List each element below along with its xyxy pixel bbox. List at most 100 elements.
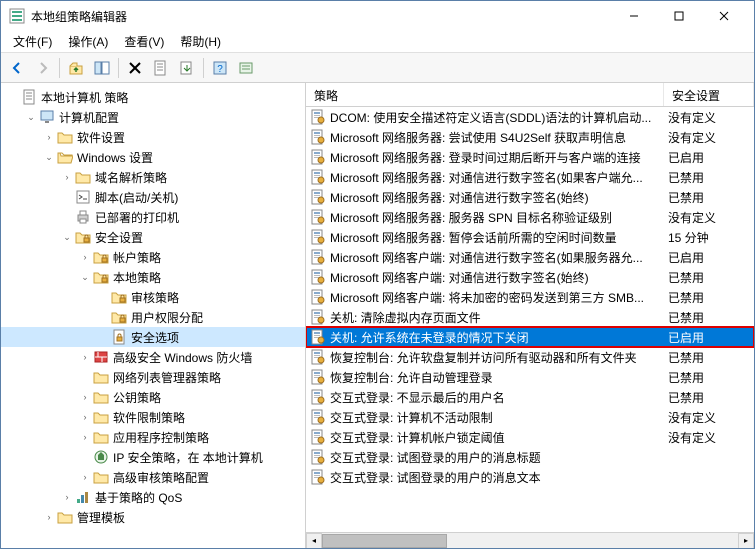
list-body[interactable]: DCOM: 使用安全描述符定义语言(SDDL)语法的计算机启动...没有定义Mi…	[306, 107, 754, 532]
policy-value: 已禁用	[664, 309, 754, 326]
policy-row[interactable]: Microsoft 网络服务器: 对通信进行数字签名(如果客户端允...已禁用	[306, 167, 754, 187]
scroll-thumb[interactable]	[322, 534, 447, 548]
help-button[interactable]: ?	[208, 56, 232, 80]
policy-row[interactable]: 恢复控制台: 允许软盘复制并访问所有驱动器和所有文件夹已禁用	[306, 347, 754, 367]
scroll-right-button[interactable]: ▸	[738, 533, 754, 549]
menu-view[interactable]: 查看(V)	[116, 31, 172, 52]
tree-node-scripts[interactable]: 脚本(启动/关机)	[1, 187, 305, 207]
expander-icon[interactable]: ›	[77, 389, 93, 405]
minimize-button[interactable]	[611, 1, 656, 31]
policy-row[interactable]: 恢复控制台: 允许自动管理登录已禁用	[306, 367, 754, 387]
tree-label: 管理模板	[77, 509, 125, 526]
expander-icon[interactable]	[95, 289, 111, 305]
expander-icon[interactable]: ›	[41, 129, 57, 145]
expander-icon[interactable]: ⌄	[41, 149, 57, 165]
maximize-button[interactable]	[656, 1, 701, 31]
policy-row[interactable]: DCOM: 使用安全描述符定义语言(SDDL)语法的计算机启动...没有定义	[306, 107, 754, 127]
policy-row[interactable]: 交互式登录: 试图登录的用户的消息标题	[306, 447, 754, 467]
tree-node-adv-audit[interactable]: ›高级审核策略配置	[1, 467, 305, 487]
tree-node-local-policy[interactable]: ⌄本地策略	[1, 267, 305, 287]
tree-node-admin-templates[interactable]: › 管理模板	[1, 507, 305, 527]
forward-button[interactable]	[31, 56, 55, 80]
export-button[interactable]	[175, 56, 199, 80]
tree-node-dns-policy[interactable]: ›域名解析策略	[1, 167, 305, 187]
expander-icon[interactable]: ⌄	[23, 109, 39, 125]
tree-node-windows-settings[interactable]: ⌄Windows 设置	[1, 147, 305, 167]
tree-node-qos[interactable]: ›基于策略的 QoS	[1, 487, 305, 507]
expander-icon[interactable]	[77, 449, 93, 465]
policy-row[interactable]: 关机: 清除虚拟内存页面文件已禁用	[306, 307, 754, 327]
separator	[118, 58, 119, 78]
policy-row[interactable]: Microsoft 网络服务器: 登录时间过期后断开与客户端的连接已启用	[306, 147, 754, 167]
tree-label: 安全选项	[131, 329, 179, 346]
tree-node-user-rights[interactable]: 用户权限分配	[1, 307, 305, 327]
scroll-track[interactable]	[322, 533, 738, 549]
toolbar: ?	[1, 53, 754, 83]
policy-row[interactable]: Microsoft 网络服务器: 暂停会话前所需的空闲时间数量15 分钟	[306, 227, 754, 247]
menu-file[interactable]: 文件(F)	[5, 31, 60, 52]
tree-node-printers[interactable]: 已部署的打印机	[1, 207, 305, 227]
expander-icon[interactable]	[59, 209, 75, 225]
horizontal-scrollbar[interactable]: ◂ ▸	[306, 532, 754, 548]
expander-icon[interactable]: ›	[77, 429, 93, 445]
tree-node-security-settings[interactable]: ⌄ 安全设置	[1, 227, 305, 247]
show-hide-tree-button[interactable]	[90, 56, 114, 80]
scroll-left-button[interactable]: ◂	[306, 533, 322, 549]
expander-icon[interactable]	[5, 89, 21, 105]
expander-icon[interactable]: ›	[77, 409, 93, 425]
expander-icon[interactable]	[77, 369, 93, 385]
tree-node-account-policy[interactable]: ›帐户策略	[1, 247, 305, 267]
policy-row[interactable]: Microsoft 网络服务器: 对通信进行数字签名(始终)已禁用	[306, 187, 754, 207]
expander-icon[interactable]: ›	[59, 489, 75, 505]
tree-node-app-control[interactable]: ›应用程序控制策略	[1, 427, 305, 447]
tree-node-security-options[interactable]: 安全选项	[1, 327, 305, 347]
tree-node-computer-config[interactable]: ⌄计算机配置	[1, 107, 305, 127]
menu-help[interactable]: 帮助(H)	[172, 31, 229, 52]
tree-label: 安全设置	[95, 229, 143, 246]
up-button[interactable]	[64, 56, 88, 80]
separator	[59, 58, 60, 78]
expander-icon[interactable]: ›	[77, 249, 93, 265]
expander-icon[interactable]	[59, 189, 75, 205]
tree-label: 审核策略	[131, 289, 179, 306]
policy-value: 已禁用	[664, 369, 754, 386]
policy-value: 没有定义	[664, 109, 754, 126]
tree-pane[interactable]: 本地计算机 策略⌄计算机配置›软件设置⌄Windows 设置›域名解析策略脚本(…	[1, 83, 306, 548]
policy-row[interactable]: 关机: 允许系统在未登录的情况下关闭已启用	[306, 327, 754, 347]
policy-row[interactable]: Microsoft 网络服务器: 尝试使用 S4U2Self 获取声明信息没有定…	[306, 127, 754, 147]
tree-node-public-key[interactable]: ›公钥策略	[1, 387, 305, 407]
expander-icon[interactable]: ›	[41, 509, 57, 525]
col-setting[interactable]: 安全设置	[664, 83, 754, 106]
menu-action[interactable]: 操作(A)	[60, 31, 116, 52]
tree-node-software-restrict[interactable]: ›软件限制策略	[1, 407, 305, 427]
expander-icon[interactable]	[95, 329, 111, 345]
policy-row[interactable]: Microsoft 网络服务器: 服务器 SPN 目标名称验证级别没有定义	[306, 207, 754, 227]
expander-icon[interactable]: ›	[77, 349, 93, 365]
expander-icon[interactable]: ⌄	[77, 269, 93, 285]
expander-icon[interactable]: ⌄	[59, 229, 75, 245]
policy-row[interactable]: 交互式登录: 计算机帐户锁定阈值没有定义	[306, 427, 754, 447]
close-button[interactable]	[701, 1, 746, 31]
policy-row[interactable]: Microsoft 网络客户端: 对通信进行数字签名(如果服务器允...已启用	[306, 247, 754, 267]
properties-button[interactable]	[149, 56, 173, 80]
tree-node-network-list[interactable]: 网络列表管理器策略	[1, 367, 305, 387]
expander-icon[interactable]: ›	[77, 469, 93, 485]
policy-row[interactable]: Microsoft 网络客户端: 对通信进行数字签名(始终)已禁用	[306, 267, 754, 287]
col-policy[interactable]: 策略	[306, 83, 664, 106]
expander-icon[interactable]: ›	[59, 169, 75, 185]
tree-node-firewall[interactable]: › 高级安全 Windows 防火墙	[1, 347, 305, 367]
tree-node-root[interactable]: 本地计算机 策略	[1, 87, 305, 107]
tree-label: 高级安全 Windows 防火墙	[113, 349, 252, 366]
policy-row[interactable]: 交互式登录: 计算机不活动限制没有定义	[306, 407, 754, 427]
tree-node-ip-security[interactable]: IP 安全策略，在 本地计算机	[1, 447, 305, 467]
policy-row[interactable]: 交互式登录: 试图登录的用户的消息文本	[306, 467, 754, 487]
back-button[interactable]	[5, 56, 29, 80]
policy-value: 没有定义	[664, 129, 754, 146]
filter-button[interactable]	[234, 56, 258, 80]
tree-node-software-settings[interactable]: ›软件设置	[1, 127, 305, 147]
policy-row[interactable]: Microsoft 网络客户端: 将未加密的密码发送到第三方 SMB...已禁用	[306, 287, 754, 307]
tree-node-audit-policy[interactable]: 审核策略	[1, 287, 305, 307]
expander-icon[interactable]	[95, 309, 111, 325]
policy-row[interactable]: 交互式登录: 不显示最后的用户名已禁用	[306, 387, 754, 407]
delete-button[interactable]	[123, 56, 147, 80]
